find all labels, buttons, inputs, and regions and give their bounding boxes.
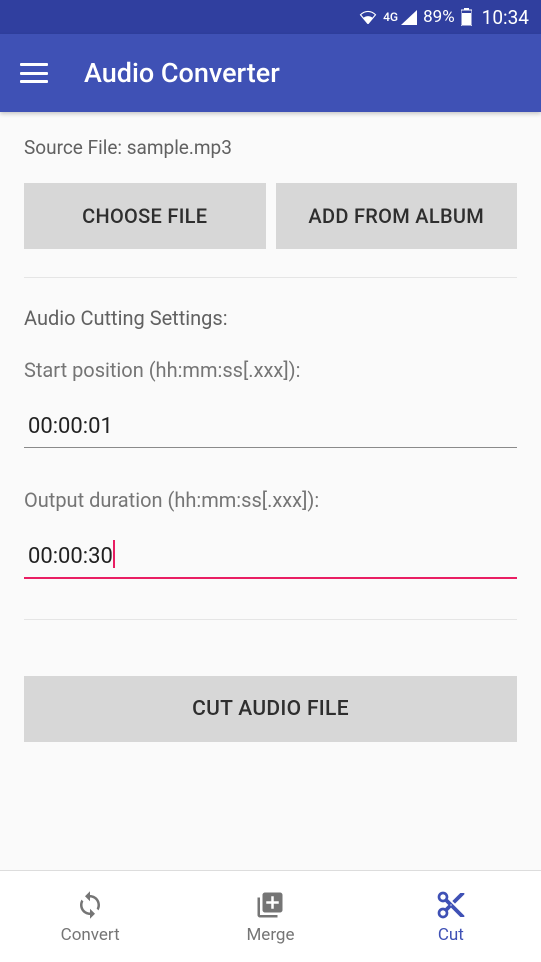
nav-merge[interactable]: Merge (180, 871, 360, 962)
bottom-navigation: Convert Merge Cut (0, 870, 541, 962)
nav-convert[interactable]: Convert (0, 871, 180, 962)
output-duration-label: Output duration (hh:mm:ss[.xxx]): (24, 488, 517, 512)
status-time: 10:34 (482, 6, 529, 29)
battery-percent: 89% (423, 7, 455, 27)
convert-icon (74, 889, 106, 921)
text-cursor (113, 540, 115, 568)
start-position-label: Start position (hh:mm:ss[.xxx]): (24, 358, 517, 382)
battery-icon (461, 8, 472, 26)
nav-cut-label: Cut (438, 925, 464, 945)
nav-merge-label: Merge (246, 925, 294, 945)
nav-convert-label: Convert (61, 925, 120, 945)
add-from-album-button[interactable]: ADD FROM ALBUM (276, 183, 518, 249)
cutting-settings-label: Audio Cutting Settings: (24, 306, 517, 330)
nav-cut[interactable]: Cut (361, 871, 541, 962)
source-file-label: Source File: sample.mp3 (24, 136, 517, 159)
network-type: 4G (383, 10, 398, 24)
hamburger-menu-icon[interactable] (20, 63, 48, 83)
merge-icon (254, 889, 286, 921)
output-duration-input[interactable] (24, 536, 517, 579)
app-title: Audio Converter (84, 57, 280, 89)
cut-icon (435, 889, 467, 921)
divider (24, 277, 517, 278)
status-bar: 4G 89% 10:34 (0, 0, 541, 34)
choose-file-button[interactable]: CHOOSE FILE (24, 183, 266, 249)
divider (24, 619, 517, 620)
start-position-input[interactable] (24, 406, 517, 448)
signal-icon (401, 10, 417, 25)
app-bar: Audio Converter (0, 34, 541, 112)
cut-audio-file-button[interactable]: CUT AUDIO FILE (24, 676, 517, 742)
wifi-icon (359, 10, 377, 24)
